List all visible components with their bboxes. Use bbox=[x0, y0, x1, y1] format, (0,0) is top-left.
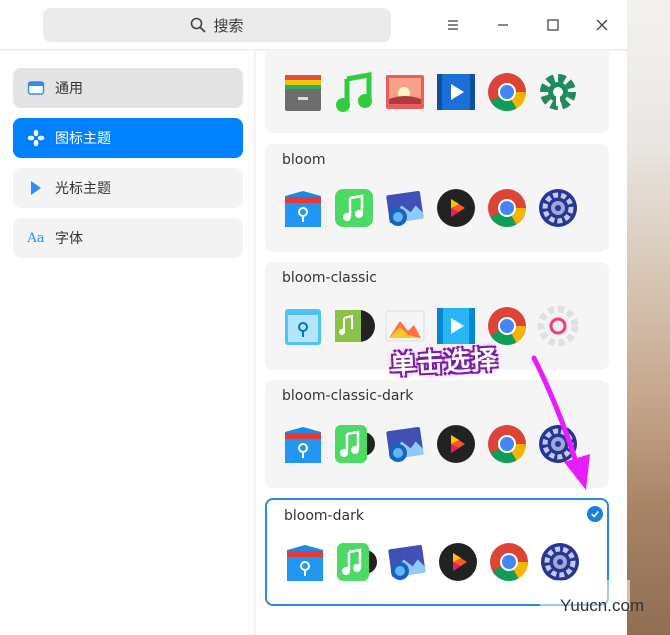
music-icon bbox=[335, 541, 377, 583]
video-icon bbox=[435, 71, 477, 113]
theme-card-bloom[interactable]: bloom bbox=[265, 144, 609, 252]
watermark-text: Yuucn.com bbox=[560, 596, 645, 615]
file-manager-icon bbox=[282, 71, 324, 113]
photos-icon bbox=[386, 541, 428, 583]
music-icon bbox=[333, 71, 375, 113]
theme-card-0[interactable] bbox=[265, 51, 609, 133]
font-icon: Aa bbox=[27, 230, 45, 246]
sidebar-item-cursor-theme[interactable]: 光标主题 bbox=[13, 168, 243, 208]
music-icon bbox=[333, 305, 375, 347]
menu-button[interactable] bbox=[438, 10, 468, 40]
sidebar-item-icon-theme[interactable]: 图标主题 bbox=[13, 118, 243, 158]
minimize-button[interactable] bbox=[488, 10, 518, 40]
sidebar-item-label: 图标主题 bbox=[55, 131, 111, 147]
annotation-arrow-icon bbox=[531, 355, 590, 490]
maximize-icon bbox=[547, 19, 559, 31]
close-icon bbox=[596, 19, 608, 31]
menu-icon bbox=[448, 20, 458, 30]
file-manager-icon bbox=[282, 305, 324, 347]
flower-icon bbox=[27, 129, 45, 147]
settings-gear-icon bbox=[537, 71, 579, 113]
theme-name: bloom bbox=[282, 152, 326, 168]
cursor-icon bbox=[27, 179, 45, 197]
sidebar-item-general[interactable]: 通用 bbox=[13, 68, 243, 108]
annotation-label: 单击选择 bbox=[389, 345, 499, 381]
player-icon bbox=[437, 541, 479, 583]
file-manager-icon bbox=[282, 187, 324, 229]
music-icon bbox=[333, 423, 375, 465]
chrome-icon bbox=[486, 187, 528, 229]
photos-icon bbox=[384, 187, 426, 229]
sidebar-item-font[interactable]: Aa 字体 bbox=[13, 218, 243, 258]
settings-icon bbox=[537, 187, 579, 229]
chrome-icon bbox=[486, 71, 528, 113]
chrome-icon bbox=[488, 541, 530, 583]
file-manager-icon bbox=[282, 423, 324, 465]
photos-icon bbox=[384, 305, 426, 347]
search-box[interactable]: 搜索 bbox=[43, 8, 391, 42]
close-button[interactable] bbox=[587, 10, 617, 40]
title-bar: 搜索 bbox=[0, 0, 627, 50]
photos-icon bbox=[384, 71, 426, 113]
music-icon bbox=[333, 187, 375, 229]
window-icon bbox=[27, 79, 45, 97]
theme-name: bloom-classic bbox=[282, 270, 377, 286]
theme-name: bloom-classic-dark bbox=[282, 388, 414, 404]
maximize-button[interactable] bbox=[538, 10, 568, 40]
file-manager-icon bbox=[284, 541, 326, 583]
sidebar: 通用 图标主题 光标主题 Aa 字体 bbox=[0, 51, 255, 635]
player-icon bbox=[435, 423, 477, 465]
settings-window: 搜索 通用 图标主题 光标主题 Aa 字体 bloom bloom-classi… bbox=[0, 0, 627, 635]
theme-name: bloom-dark bbox=[284, 508, 364, 524]
sidebar-item-label: 字体 bbox=[55, 231, 83, 247]
photos-icon bbox=[384, 423, 426, 465]
sidebar-item-label: 通用 bbox=[55, 81, 83, 97]
settings-icon bbox=[539, 541, 581, 583]
search-label: 搜索 bbox=[213, 16, 244, 35]
player-icon bbox=[435, 187, 477, 229]
sidebar-item-label: 光标主题 bbox=[55, 181, 111, 197]
settings-icon bbox=[537, 305, 579, 347]
search-icon bbox=[190, 17, 206, 33]
minimize-icon bbox=[498, 24, 508, 26]
selected-check-icon bbox=[587, 506, 603, 522]
